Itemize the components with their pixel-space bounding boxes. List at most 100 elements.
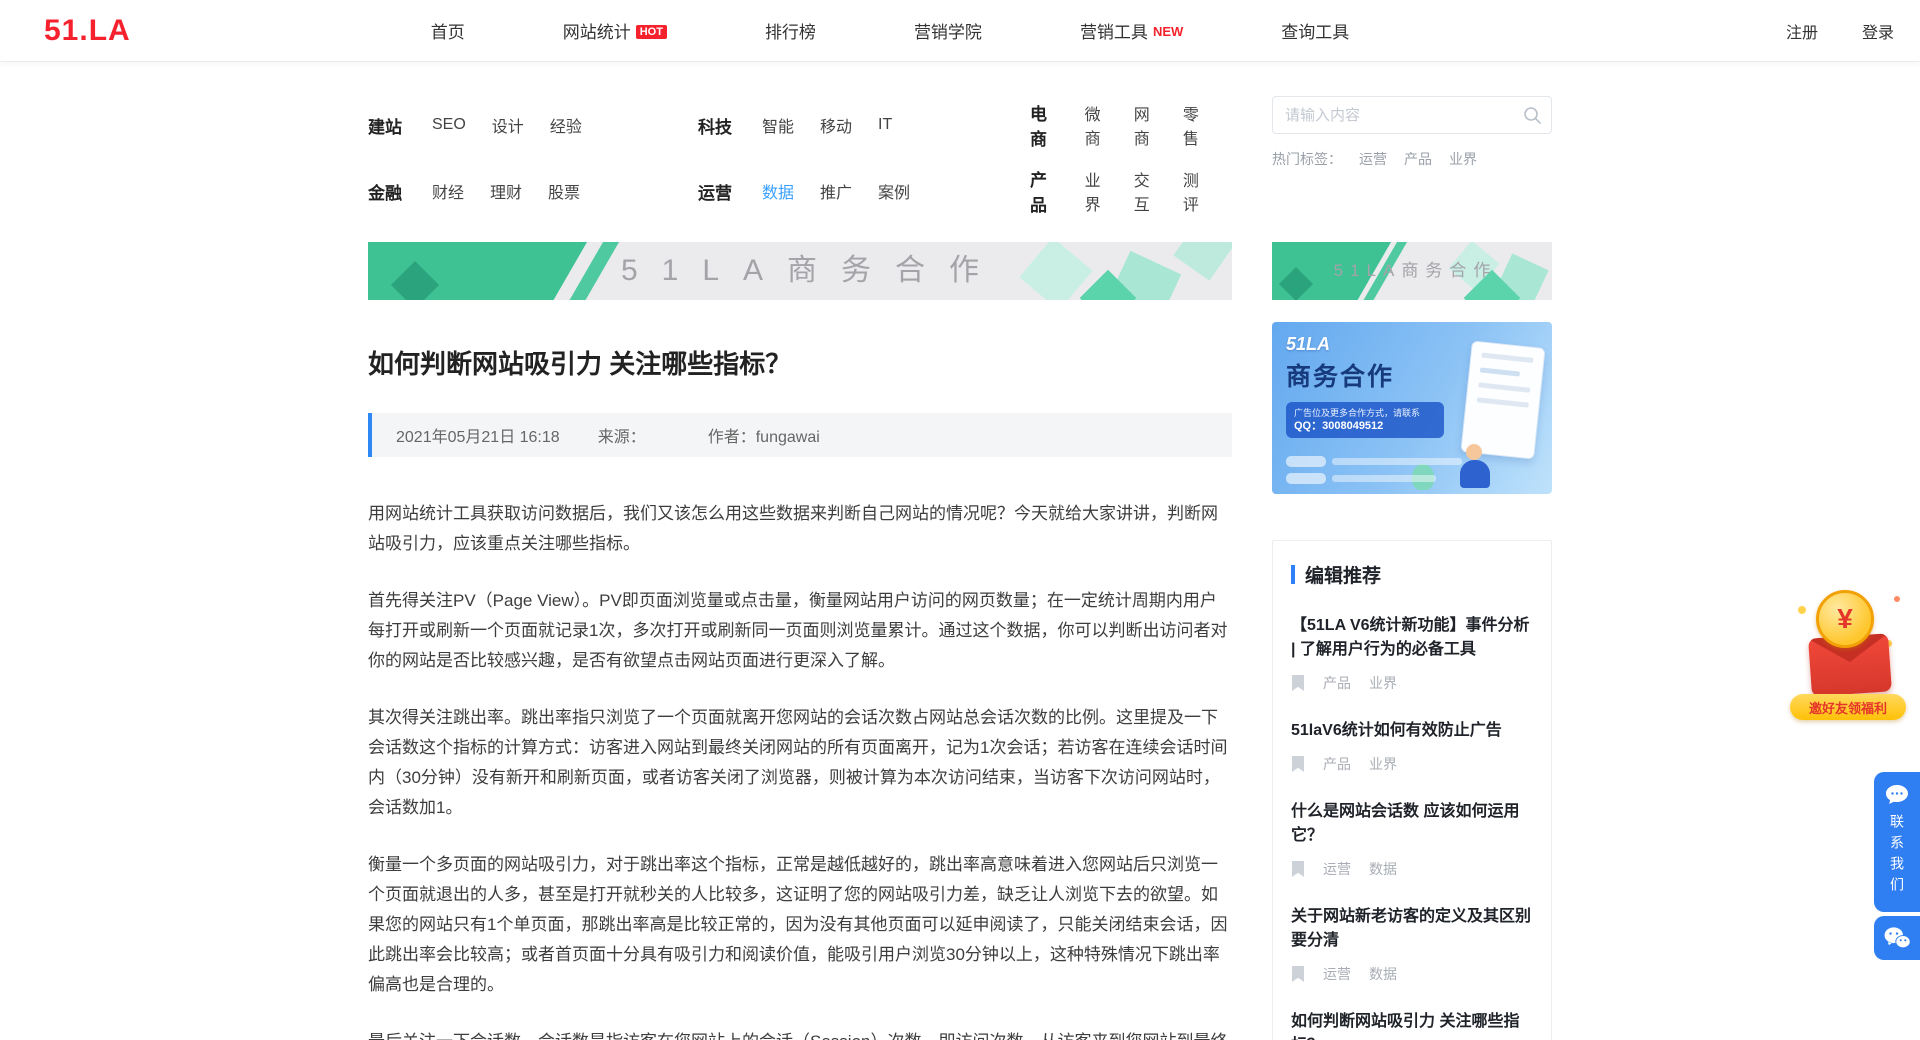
sparkle-decoration bbox=[1894, 596, 1900, 602]
promo-fineprint bbox=[1286, 450, 1462, 484]
person-illustration bbox=[1460, 460, 1490, 488]
register-link[interactable]: 注册 bbox=[1786, 19, 1818, 43]
page-container: 建站 SEO 设计 经验 科技 智能 移动 IT 电商 微商 网商 零售 金融 … bbox=[368, 96, 1552, 1040]
recommend-tag[interactable]: 运营 bbox=[1323, 964, 1351, 984]
category-label[interactable]: 运营 bbox=[698, 179, 732, 204]
hot-tag[interactable]: 业界 bbox=[1449, 149, 1477, 169]
nav-item-stats[interactable]: 网站统计HOT bbox=[563, 18, 667, 43]
recommend-item-title[interactable]: 51laV6统计如何有效防止广告 bbox=[1291, 719, 1533, 743]
recommend-item: 关于网站新老访客的定义及其区别要分清 运营 数据 bbox=[1291, 905, 1533, 984]
hot-tag[interactable]: 运营 bbox=[1359, 149, 1387, 169]
category-link[interactable]: 移动 bbox=[820, 113, 852, 137]
wechat-icon bbox=[1883, 926, 1911, 950]
wechat-button[interactable] bbox=[1874, 916, 1920, 960]
category-group-jinrong: 金融 财经 理财 股票 bbox=[368, 166, 698, 216]
category-nav: 建站 SEO 设计 经验 科技 智能 移动 IT 电商 微商 网商 零售 金融 … bbox=[368, 96, 1232, 216]
bookmark-icon bbox=[1291, 966, 1305, 982]
promo-headline: 商务合作 bbox=[1286, 357, 1444, 393]
category-label[interactable]: 金融 bbox=[368, 179, 402, 204]
nav-item-marketing-tools[interactable]: 营销工具NEW bbox=[1080, 18, 1183, 43]
business-cooperation-ad[interactable]: 51LA 商务合作 广告位及更多合作方式，请联系 QQ：3008049512 bbox=[1272, 322, 1552, 494]
recommend-item-title[interactable]: 关于网站新老访客的定义及其区别要分清 bbox=[1291, 905, 1533, 953]
category-link[interactable]: 设计 bbox=[492, 113, 524, 137]
recommend-tag[interactable]: 业界 bbox=[1369, 673, 1397, 693]
recommend-title: 编辑推荐 bbox=[1305, 561, 1381, 588]
promo-brand: 51LA bbox=[1286, 334, 1444, 355]
recommend-item-title[interactable]: 【51LA V6统计新功能】事件分析 | 了解用户行为的必备工具 bbox=[1291, 614, 1533, 662]
article-source-label: 来源： bbox=[598, 423, 646, 447]
invite-friends-promo[interactable]: ¥ 邀好友领福利 bbox=[1790, 588, 1906, 720]
category-label[interactable]: 科技 bbox=[698, 113, 732, 138]
category-label[interactable]: 电商 bbox=[1030, 100, 1055, 150]
article-date: 2021年05月21日 16:18 bbox=[396, 423, 560, 447]
category-link[interactable]: 智能 bbox=[762, 113, 794, 137]
sidebar-column: 51LA 商务合作 广告位及更多合作方式，请联系 QQ：3008049512 编… bbox=[1272, 300, 1552, 1040]
search-icon[interactable] bbox=[1522, 105, 1542, 125]
category-link[interactable]: 股票 bbox=[548, 179, 580, 203]
nav-item-academy[interactable]: 营销学院 bbox=[914, 18, 982, 43]
search-input[interactable] bbox=[1272, 96, 1552, 134]
recommend-tag[interactable]: 产品 bbox=[1323, 673, 1351, 693]
category-group-jianzhan: 建站 SEO 设计 经验 bbox=[368, 100, 698, 150]
nav-item-home[interactable]: 首页 bbox=[431, 18, 465, 43]
search-panel: 热门标签： 运营 产品 业界 bbox=[1272, 96, 1552, 216]
contact-us-label: 联系我们 bbox=[1887, 814, 1907, 898]
category-link[interactable]: 经验 bbox=[550, 113, 582, 137]
recommend-tag[interactable]: 运营 bbox=[1323, 859, 1351, 879]
category-label[interactable]: 产品 bbox=[1030, 166, 1055, 216]
recommend-item-title[interactable]: 什么是网站会话数 应该如何运用它？ bbox=[1291, 800, 1533, 848]
nav-item-ranking[interactable]: 排行榜 bbox=[765, 18, 816, 43]
article-paragraph: 首先得关注PV（Page View）。PV即页面浏览量或点击量，衡量网站用户访问… bbox=[368, 586, 1232, 676]
category-group-yunying: 运营 数据 推广 案例 bbox=[698, 166, 1030, 216]
category-link[interactable]: 推广 bbox=[820, 179, 852, 203]
category-link[interactable]: 理财 bbox=[490, 179, 522, 203]
category-link-active[interactable]: 数据 bbox=[762, 179, 794, 203]
recommend-tag[interactable]: 产品 bbox=[1323, 754, 1351, 774]
banner-text: 51LA商务合作 bbox=[368, 242, 1232, 300]
gold-coin-icon: ¥ bbox=[1816, 590, 1874, 648]
category-link[interactable]: 案例 bbox=[878, 179, 910, 203]
category-link[interactable]: 零售 bbox=[1183, 101, 1206, 149]
bookmark-icon bbox=[1291, 756, 1305, 772]
whiteboard-illustration bbox=[1460, 340, 1545, 459]
recommend-tag[interactable]: 数据 bbox=[1369, 964, 1397, 984]
sparkle-decoration bbox=[1798, 606, 1806, 614]
category-link[interactable]: IT bbox=[878, 116, 892, 134]
recommend-tag[interactable]: 数据 bbox=[1369, 859, 1397, 879]
recommend-item-tags: 运营 数据 bbox=[1291, 964, 1533, 984]
editor-recommend-card: 编辑推荐 【51LA V6统计新功能】事件分析 | 了解用户行为的必备工具 产品… bbox=[1272, 540, 1552, 1040]
bookmark-icon bbox=[1291, 861, 1305, 877]
nav-item-query-tools[interactable]: 查询工具 bbox=[1281, 18, 1349, 43]
article-meta-bar: 2021年05月21日 16:18 来源： 作者：fungawai bbox=[368, 413, 1232, 457]
recommend-item-title[interactable]: 如何判断网站吸引力 关注哪些指标？ bbox=[1291, 1010, 1533, 1040]
top-navbar: 51.LA 首页 网站统计HOT 排行榜 营销学院 营销工具NEW 查询工具 注… bbox=[0, 0, 1920, 62]
recommend-item-tags: 运营 数据 bbox=[1291, 859, 1533, 879]
recommend-tag[interactable]: 业界 bbox=[1369, 754, 1397, 774]
category-label[interactable]: 建站 bbox=[368, 113, 402, 138]
main-ad-banner[interactable]: 51LA商务合作 bbox=[368, 242, 1232, 300]
login-link[interactable]: 登录 bbox=[1862, 19, 1894, 43]
article-column: 如何判断网站吸引力 关注哪些指标？ 2021年05月21日 16:18 来源： … bbox=[368, 300, 1232, 1040]
bookmark-icon bbox=[1291, 675, 1305, 691]
article-paragraph: 衡量一个多页面的网站吸引力，对于跳出率这个指标，正常是越低越好的，跳出率高意味着… bbox=[368, 850, 1232, 1000]
category-link[interactable]: 测评 bbox=[1183, 167, 1206, 215]
chat-bubble-icon bbox=[1885, 784, 1909, 806]
category-group-keji: 科技 智能 移动 IT bbox=[698, 100, 1030, 150]
site-logo[interactable]: 51.LA bbox=[44, 14, 131, 48]
category-link[interactable]: 微商 bbox=[1085, 101, 1108, 149]
person-illustration bbox=[1466, 444, 1482, 460]
promo-contact-chip: 广告位及更多合作方式，请联系 QQ：3008049512 bbox=[1286, 402, 1444, 438]
category-link[interactable]: 业界 bbox=[1085, 167, 1108, 215]
promo-text-block: 51LA 商务合作 广告位及更多合作方式，请联系 QQ：3008049512 bbox=[1286, 334, 1444, 438]
hot-tag[interactable]: 产品 bbox=[1404, 149, 1432, 169]
category-link[interactable]: 财经 bbox=[432, 179, 464, 203]
hot-tags-row: 热门标签： 运营 产品 业界 bbox=[1272, 149, 1552, 169]
category-link[interactable]: SEO bbox=[432, 116, 466, 134]
recommend-item-tags: 产品 业界 bbox=[1291, 754, 1533, 774]
category-link[interactable]: 网商 bbox=[1134, 101, 1157, 149]
side-ad-banner[interactable]: 51LA商务合作 bbox=[1272, 242, 1552, 300]
search-box bbox=[1272, 96, 1552, 134]
category-link[interactable]: 交互 bbox=[1134, 167, 1157, 215]
contact-us-widget[interactable]: 联系我们 bbox=[1874, 772, 1920, 912]
recommend-item-tags: 产品 业界 bbox=[1291, 673, 1533, 693]
